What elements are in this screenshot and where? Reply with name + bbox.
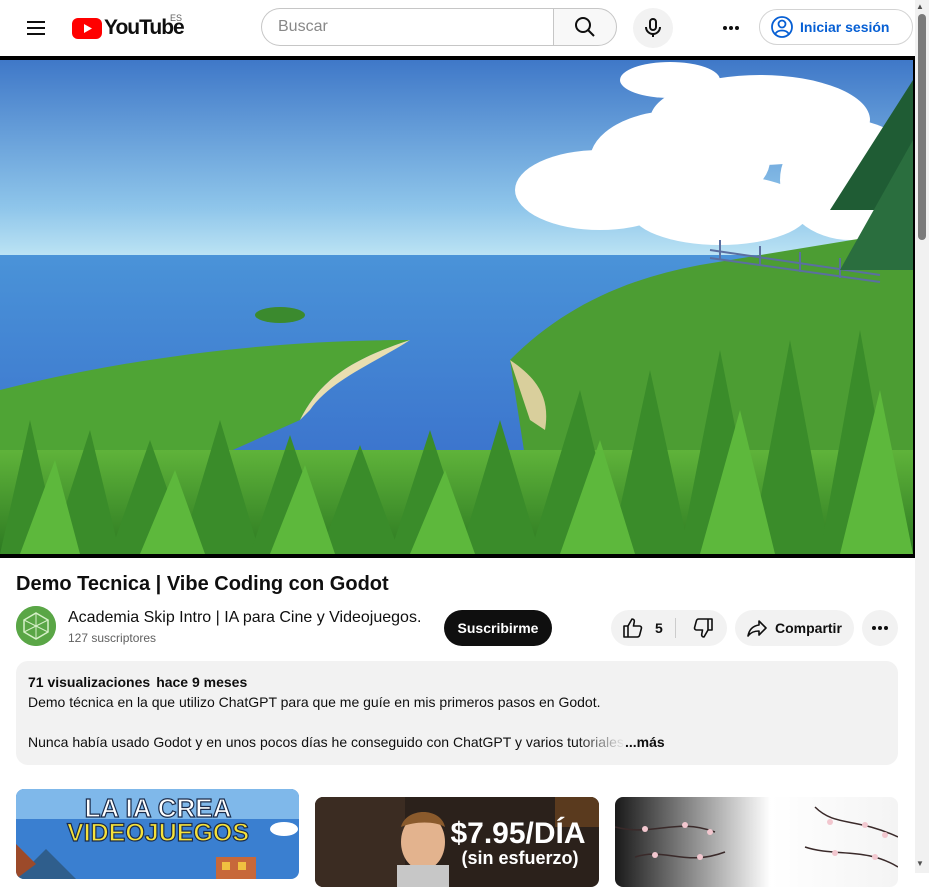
description-line: Demo técnica en la que utilizo ChatGPT p… [28, 694, 601, 710]
region-code: ES [170, 13, 183, 23]
subscriber-count: 127 suscriptores [68, 631, 157, 645]
scroll-down-arrow-icon[interactable]: ▼ [916, 859, 924, 868]
like-icon [623, 618, 643, 638]
description-box[interactable]: 71 visualizaciones hace 9 meses Demo técn… [16, 661, 898, 765]
menu-icon [27, 21, 45, 35]
like-button[interactable]: 5 [611, 610, 675, 646]
dislike-button[interactable] [683, 610, 723, 646]
more-vert-icon [723, 26, 739, 30]
share-label: Compartir [775, 620, 842, 636]
signin-button[interactable]: Iniciar sesión [759, 9, 913, 45]
dislike-icon [693, 618, 713, 638]
youtube-logo[interactable]: YouTube [72, 16, 185, 40]
upload-date: hace 9 meses [156, 674, 248, 690]
settings-more-button[interactable] [711, 8, 751, 48]
voice-search-button[interactable] [633, 8, 673, 48]
thumbnail-text: (sin esfuerzo) [461, 848, 578, 868]
youtube-logo-icon [72, 17, 102, 39]
signin-label: Iniciar sesión [800, 19, 890, 35]
like-dislike-group: 5 [611, 610, 727, 646]
share-button[interactable]: Compartir [735, 610, 854, 646]
subscribe-button[interactable]: Suscribirme [444, 610, 552, 646]
channel-name[interactable]: Academia Skip Intro | IA para Cine y Vid… [68, 609, 421, 627]
guide-menu-button[interactable] [16, 8, 56, 48]
more-actions-button[interactable] [862, 610, 898, 646]
scroll-up-arrow-icon[interactable]: ▲ [916, 2, 924, 11]
video-frame-image [0, 60, 913, 554]
channel-avatar[interactable] [16, 606, 56, 646]
description-more-button[interactable]: ...más [625, 734, 665, 750]
search-input[interactable]: Buscar [261, 8, 553, 46]
thumbnail-text: $7.95/DÍA [450, 816, 585, 850]
recommended-video-thumbnail[interactable]: $7.95/DÍA (sin esfuerzo) [315, 797, 599, 887]
like-divider [675, 618, 676, 638]
top-bar: YouTube ES Buscar Iniciar sesión [0, 0, 915, 56]
description-fade [576, 731, 626, 753]
video-player[interactable] [0, 56, 915, 558]
description-line: Nunca había usado Godot y en unos pocos … [28, 734, 624, 750]
recommended-video-thumbnail[interactable]: LA IA CREA VIDEOJUEGOS [16, 789, 299, 879]
mic-icon [645, 18, 661, 37]
search-placeholder: Buscar [278, 18, 328, 35]
view-count: 71 visualizaciones [28, 674, 151, 690]
account-circle-icon [771, 16, 793, 38]
like-count: 5 [655, 620, 663, 636]
search-button[interactable] [553, 8, 617, 46]
video-title: Demo Tecnica | Vibe Coding con Godot [16, 573, 389, 595]
scrollbar-thumb[interactable] [918, 14, 926, 240]
description-meta: 71 visualizaciones hace 9 meses [28, 674, 247, 690]
search-icon [575, 17, 595, 37]
recommended-video-thumbnail[interactable] [615, 797, 898, 887]
share-icon [747, 620, 767, 637]
more-horiz-icon [872, 626, 888, 630]
thumbnail-text: VIDEOJUEGOS [67, 819, 249, 847]
